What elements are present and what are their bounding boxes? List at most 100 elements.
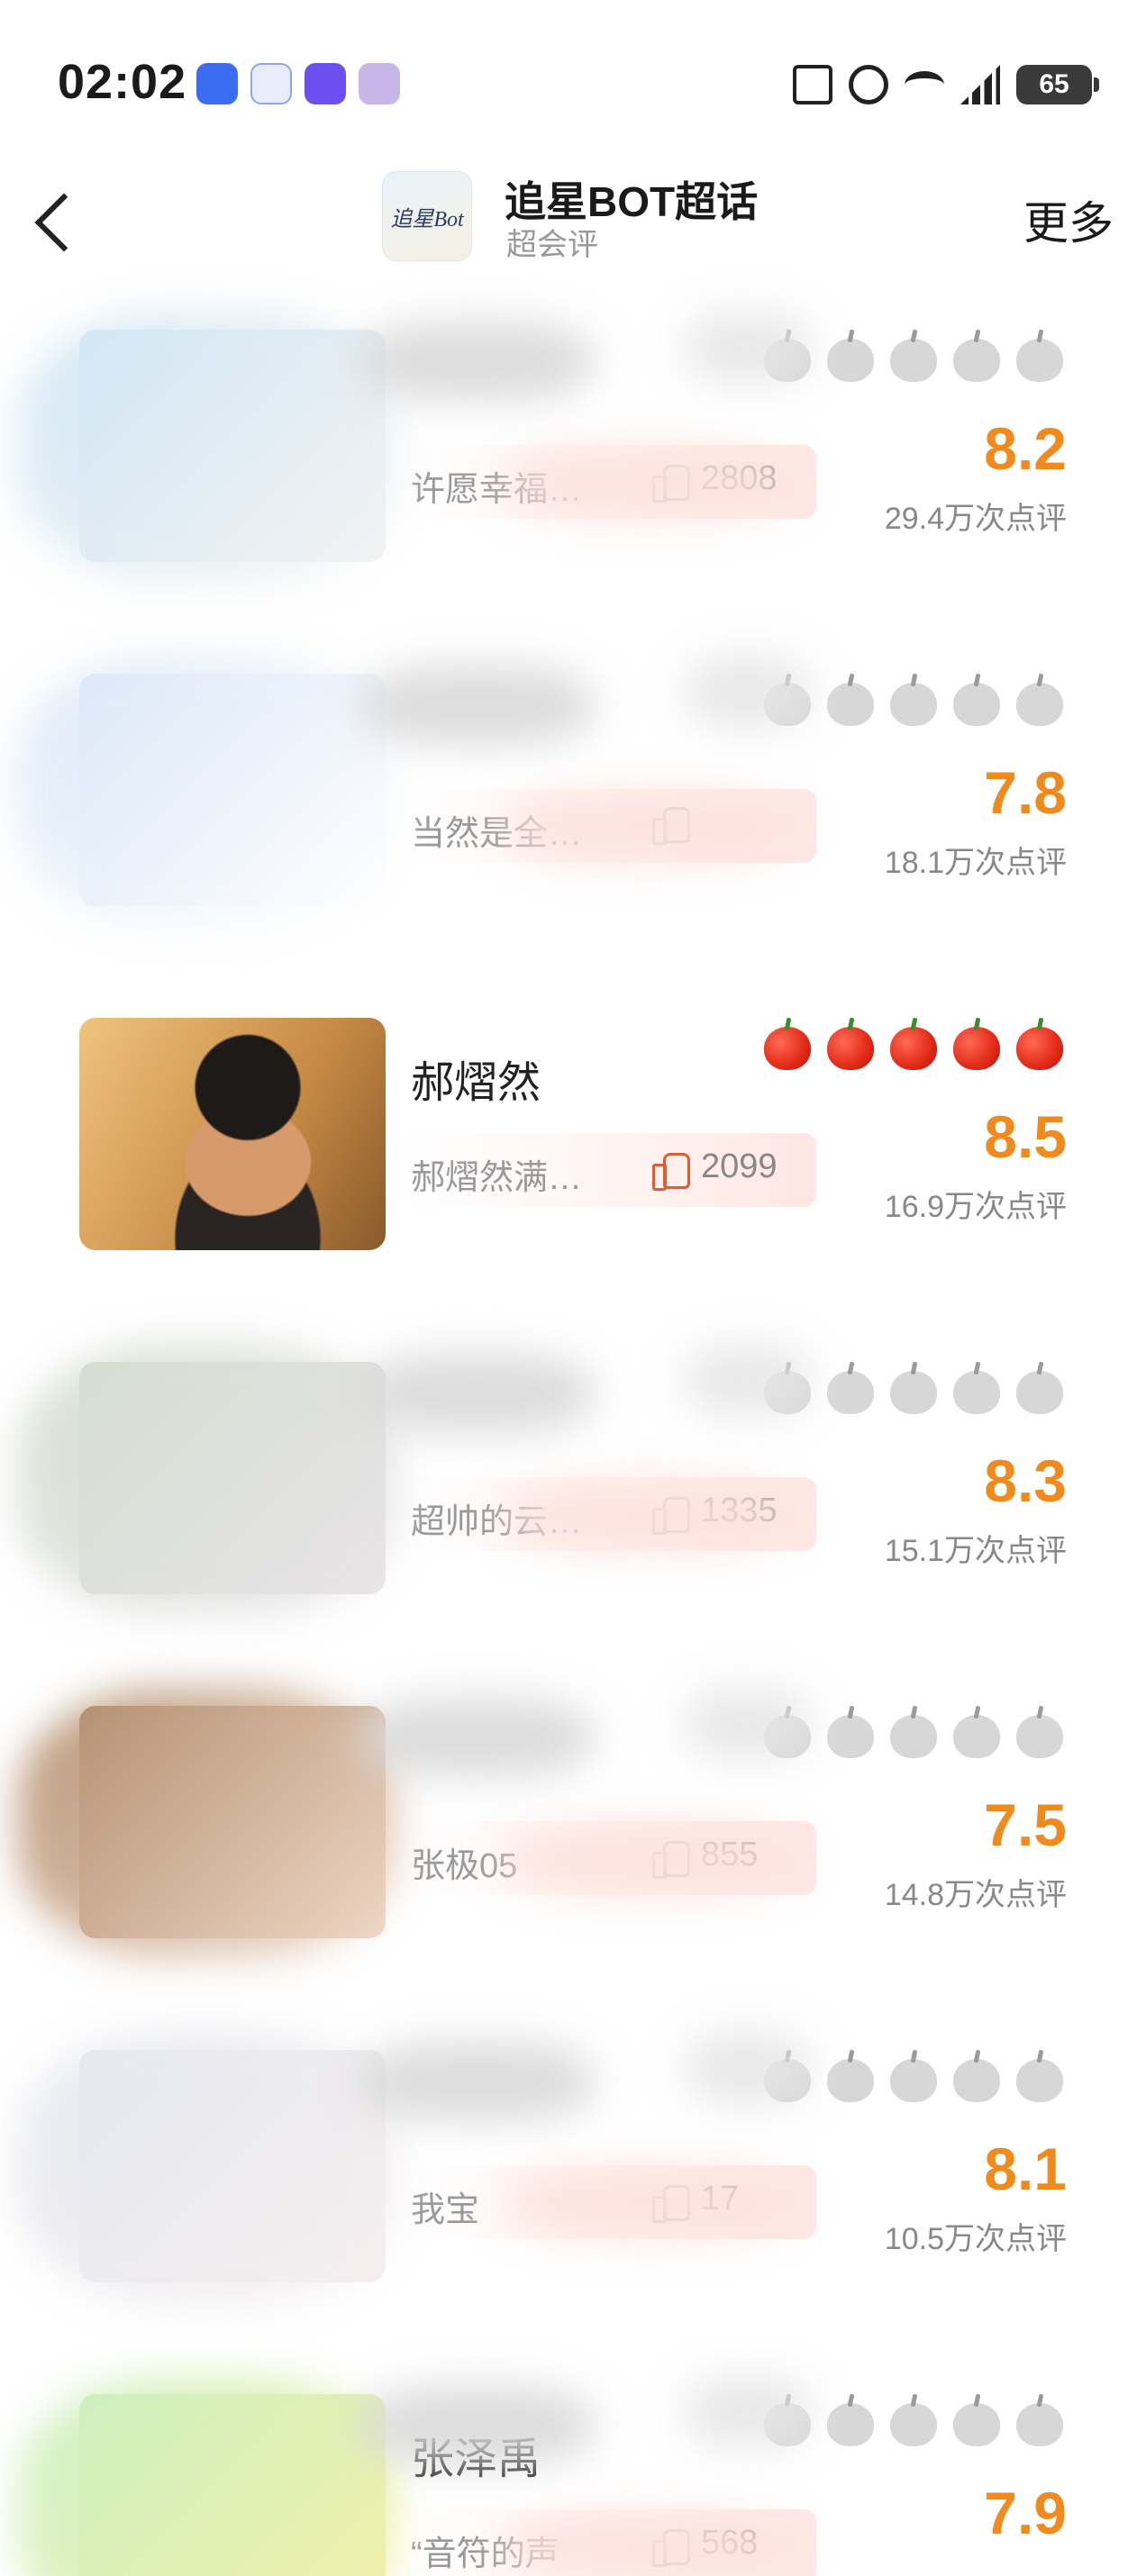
- paw-app-icon: [250, 63, 292, 104]
- bell-app-icon: [305, 63, 346, 104]
- top-bar: 追星Bot 追星BOT超话 超会评 更多: [0, 168, 1146, 279]
- review-count: 18.1万次点评: [884, 846, 1067, 880]
- list-item[interactable]: 张泽禹“音符的声5687.9: [0, 2349, 1146, 2576]
- review-count: 15.1万次点评: [884, 1534, 1067, 1568]
- list-item[interactable]: 郝熠然郝熠然满… 2099 8.5 16.9万次点评: [0, 973, 1146, 1270]
- apple-icon: [827, 1364, 874, 1414]
- privacy-blur: [685, 2032, 811, 2104]
- apple-icon: [827, 1020, 874, 1070]
- network-type: 5A: [957, 56, 978, 74]
- apple-icon: [1016, 2052, 1063, 2102]
- list-item[interactable]: 张极058557.514.8万次点评: [0, 1661, 1146, 1958]
- chevron-left-icon[interactable]: [23, 186, 86, 258]
- alarm-icon: [849, 65, 888, 104]
- privacy-blur: [360, 2385, 595, 2466]
- privacy-blur: [685, 2376, 811, 2448]
- apple-icon: [890, 1364, 937, 1414]
- score: 7.8: [984, 759, 1067, 826]
- score: 8.2: [984, 415, 1067, 482]
- review-count: 16.9万次点评: [884, 1190, 1067, 1224]
- privacy-blur: [685, 656, 811, 728]
- nfc-icon: [793, 65, 832, 104]
- review-count: 29.4万次点评: [884, 502, 1067, 536]
- apple-icon: [890, 2396, 937, 2446]
- apple-icon: [953, 676, 1000, 726]
- apple-icon: [1016, 1020, 1063, 1070]
- status-time: 02:02: [58, 55, 187, 109]
- item-name: 郝熠然: [411, 1059, 541, 1107]
- apple-icon: [953, 2052, 1000, 2102]
- top-comment[interactable]: 郝熠然满… 2099: [402, 1133, 816, 1207]
- apple-icon: [1016, 2396, 1063, 2446]
- notification-icons: [196, 63, 400, 104]
- apple-icon: [890, 1708, 937, 1758]
- heart-app-icon: [359, 63, 400, 104]
- list-item[interactable]: 当然是全… 7.8 18.1万次点评: [0, 629, 1146, 926]
- topic-avatar[interactable]: 追星Bot: [382, 171, 472, 261]
- list-item[interactable]: 超帅的云…13358.315.1万次点评: [0, 1317, 1146, 1614]
- privacy-blur: [360, 321, 595, 402]
- apple-icon: [827, 1708, 874, 1758]
- wifi-icon: [905, 71, 944, 98]
- privacy-blur: [18, 2376, 396, 2576]
- apple-icon: [953, 2396, 1000, 2446]
- score: 8.1: [984, 2136, 1067, 2202]
- score: 7.9: [984, 2480, 1067, 2546]
- apple-icon: [1016, 1364, 1063, 1414]
- apple-icon: [827, 2052, 874, 2102]
- apple-icon: [953, 1364, 1000, 1414]
- signal-icon: 5A: [960, 65, 1000, 104]
- review-count: 10.5万次点评: [884, 2222, 1067, 2256]
- list-item[interactable]: 许愿幸福…28088.229.4万次点评: [0, 285, 1146, 582]
- apple-icon: [1016, 331, 1063, 382]
- privacy-blur: [360, 665, 595, 746]
- status-bar: 02:02 5A 65: [0, 0, 1146, 171]
- thumbs-up-icon: [652, 1149, 690, 1191]
- apple-icon: [827, 331, 874, 382]
- privacy-blur: [505, 791, 793, 863]
- privacy-blur: [18, 1688, 396, 1958]
- system-icons: 5A 65: [793, 65, 1099, 104]
- privacy-blur: [685, 1344, 811, 1416]
- score: 8.5: [984, 1103, 1067, 1170]
- review-count: 14.8万次点评: [884, 1878, 1067, 1912]
- comment-text: 张极05: [411, 1847, 518, 1885]
- chat-bubble-icon: [196, 63, 238, 104]
- page-subtitle: 超会评: [506, 228, 598, 262]
- apple-icon: [1016, 676, 1063, 726]
- more-button[interactable]: 更多: [1023, 187, 1114, 252]
- privacy-blur: [505, 447, 793, 519]
- privacy-blur: [18, 656, 396, 926]
- privacy-blur: [685, 1688, 811, 1760]
- privacy-blur: [18, 312, 396, 582]
- apple-icon: [890, 676, 937, 726]
- comment-text: 郝熠然满…: [411, 1159, 583, 1197]
- like-button[interactable]: 2099: [652, 1147, 778, 1191]
- privacy-blur: [360, 1697, 595, 1778]
- comment-text: 我宝: [411, 2191, 480, 2229]
- privacy-blur: [18, 1344, 396, 1614]
- apple-icon: [827, 676, 874, 726]
- score: 8.3: [984, 1447, 1067, 1514]
- list-item[interactable]: 我宝178.110.5万次点评: [0, 2005, 1146, 2302]
- apple-icon: [890, 331, 937, 382]
- privacy-blur: [505, 2511, 793, 2576]
- apple-icon: [953, 331, 1000, 382]
- privacy-blur: [505, 1479, 793, 1551]
- privacy-blur: [505, 2167, 793, 2239]
- apple-icon: [764, 1020, 811, 1070]
- like-count: 2099: [701, 1147, 778, 1185]
- apple-icon: [1016, 1708, 1063, 1758]
- apple-icon: [953, 1708, 1000, 1758]
- avatar[interactable]: [79, 1018, 386, 1250]
- privacy-blur: [18, 2032, 396, 2302]
- apple-icon: [953, 1020, 1000, 1070]
- apple-rating: [764, 1020, 1063, 1070]
- privacy-blur: [685, 312, 811, 384]
- apple-icon: [890, 2052, 937, 2102]
- privacy-blur: [505, 1823, 793, 1895]
- battery-icon: 65: [1016, 65, 1099, 104]
- apple-icon: [890, 1020, 937, 1070]
- privacy-blur: [360, 1353, 595, 1434]
- score: 7.5: [984, 1791, 1067, 1858]
